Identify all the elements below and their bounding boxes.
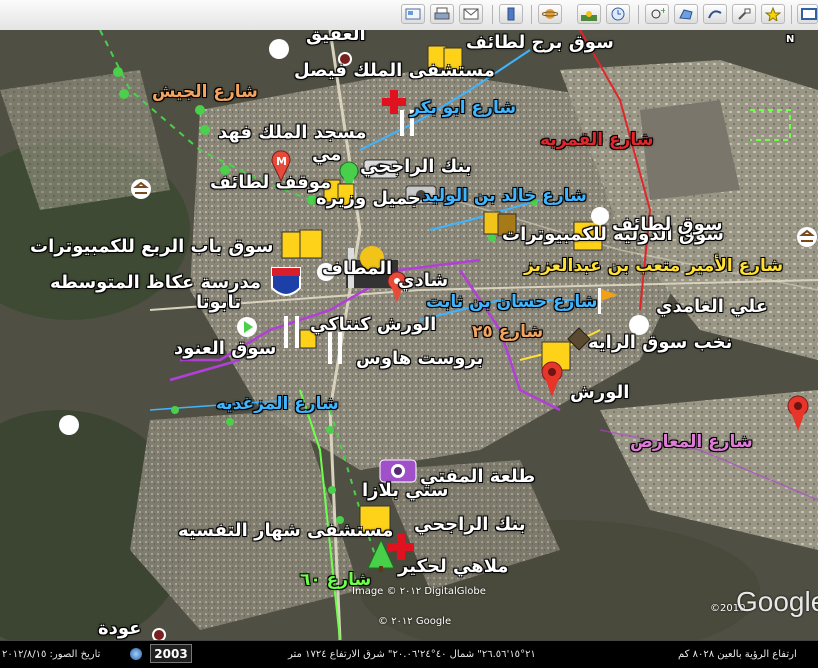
sidebar-icon[interactable]	[499, 4, 523, 24]
google-logo: Google	[736, 586, 818, 617]
place-warsh[interactable]: الورش	[570, 382, 629, 403]
place-aqiq[interactable]: العقيق	[306, 30, 366, 45]
place-malahi[interactable]: ملاهي لحكير	[398, 556, 509, 577]
street-abu-bakr[interactable]: شارع ابو بكر	[410, 98, 516, 118]
svg-text:M: M	[276, 155, 287, 168]
place-souq-burj[interactable]: سوق برج لطائف	[466, 32, 614, 53]
toolbar: +	[0, 0, 818, 31]
street-khalid[interactable]: شارع خالد بن الوليد	[422, 186, 587, 206]
place-mawqif-line1[interactable]: مي	[312, 144, 341, 165]
landmark-icon[interactable]	[130, 178, 152, 200]
place-shadi[interactable]: شادي	[398, 270, 448, 291]
svg-text:+: +	[660, 7, 665, 15]
place-hosp-faisal[interactable]: مستشفى الملك فيصل	[294, 60, 495, 81]
map-view[interactable]: M N العقيق سوق برج لطائف مستشفى الملك في…	[0, 30, 818, 640]
year-box[interactable]: 2003	[150, 644, 192, 663]
planet-icon[interactable]	[538, 4, 562, 24]
place-masjid-fahd[interactable]: مسجد الملك فهد	[218, 122, 367, 143]
mail-icon[interactable]	[459, 4, 483, 24]
overlay-add-icon[interactable]	[732, 4, 756, 24]
place-mawqif[interactable]: موقف لطائف	[210, 172, 331, 193]
place-bank-rajhi-top[interactable]: بنك الراجحي	[360, 156, 472, 177]
shopping-bag-icon[interactable]	[278, 226, 328, 266]
place-school-okaz[interactable]: مدرسة عكاظ المتوسطه	[50, 272, 261, 293]
highway-shield-icon[interactable]	[268, 264, 304, 304]
email-icon[interactable]	[401, 4, 425, 24]
mosque-icon[interactable]	[58, 414, 80, 436]
place-mataf[interactable]: المطاف	[322, 258, 392, 279]
place-tabuta[interactable]: تابوتا	[196, 292, 241, 313]
polygon-add-icon[interactable]	[674, 4, 698, 24]
eye-altitude: ارتفاع الرؤية بالعين ٨٠٢٨ كم	[678, 649, 797, 660]
map-view-icon[interactable]	[797, 4, 818, 24]
cursor-coordinates: ٢١°١٥'٢٦.٥٦" شمال ٤٠°٢٤'٢٠.٠٦" شرق الارت…	[288, 649, 536, 660]
place-warsh-kentaki[interactable]: الورش كنتاكي	[310, 314, 436, 335]
place-bank-rajhi-bottom[interactable]: بنك الراجحي	[414, 514, 526, 535]
street-hassan[interactable]: شارع حسان بن ثابت	[426, 292, 598, 312]
imagery-date: تاريخ الصور: ٢٠١٢/٨/١٥	[2, 649, 101, 660]
placemark-add-icon[interactable]: +	[645, 4, 669, 24]
street-jaish[interactable]: شارع الجيش	[152, 82, 258, 102]
place-brost-house[interactable]: بروست هاوس	[356, 348, 483, 369]
sunlight-icon[interactable]	[577, 4, 601, 24]
place-nukhb-souq[interactable]: نخب سوق الرايه	[588, 332, 732, 353]
status-bar: تاريخ الصور: ٢٠١٢/٨/١٥ 2003 ٢١°١٥'٢٦.٥٦"…	[0, 640, 818, 668]
mosque-icon[interactable]	[590, 206, 610, 226]
print-icon[interactable]	[430, 4, 454, 24]
place-souq-anood[interactable]: سوق العنود	[174, 338, 276, 359]
park-icon[interactable]	[366, 538, 396, 574]
landmark-icon[interactable]	[796, 226, 818, 248]
mosque-icon[interactable]	[268, 38, 290, 60]
street-maarid[interactable]: شارع المعارض	[630, 432, 753, 452]
place-souq-bab[interactable]: سوق باب الربع للكمبيوترات	[30, 236, 274, 257]
historical-imagery-icon[interactable]	[606, 4, 630, 24]
compass-north[interactable]: N	[786, 34, 794, 45]
restaurant-icon[interactable]	[324, 330, 346, 366]
pin-red-icon[interactable]	[540, 360, 564, 398]
place-jamil-wazira[interactable]: جميل وزيره	[316, 188, 421, 209]
google-credit: © ٢٠١٢ Google	[378, 616, 452, 627]
place-awda[interactable]: عودة	[98, 618, 141, 639]
play-icon[interactable]	[236, 316, 258, 338]
path-add-icon[interactable]	[703, 4, 727, 24]
street-25[interactable]: شارع ٢٥	[472, 322, 543, 342]
tour-record-icon[interactable]	[761, 4, 785, 24]
street-amir-mitab[interactable]: شارع الأمير متعب بن عبدالعزيز	[524, 256, 783, 276]
place-city-plaza[interactable]: ستي بلازا	[362, 480, 448, 501]
place-souq-taif[interactable]: سوق لطائف	[612, 214, 723, 235]
street-muzaghiba[interactable]: شارع المزغديه	[216, 394, 339, 414]
pin-red-icon[interactable]	[786, 394, 810, 432]
place-hosp-shahar[interactable]: مستشفى شهار التفسيه	[178, 520, 393, 541]
street-qamariya[interactable]: شارع القمريه	[540, 130, 654, 150]
streaming-indicator-icon	[130, 648, 142, 660]
image-credit: Image © ٢٠١٢ DigitalGlobe	[352, 586, 486, 597]
place-ali-ghamdi[interactable]: علي الغامدي	[656, 296, 768, 317]
place-dot-icon[interactable]	[150, 626, 168, 640]
